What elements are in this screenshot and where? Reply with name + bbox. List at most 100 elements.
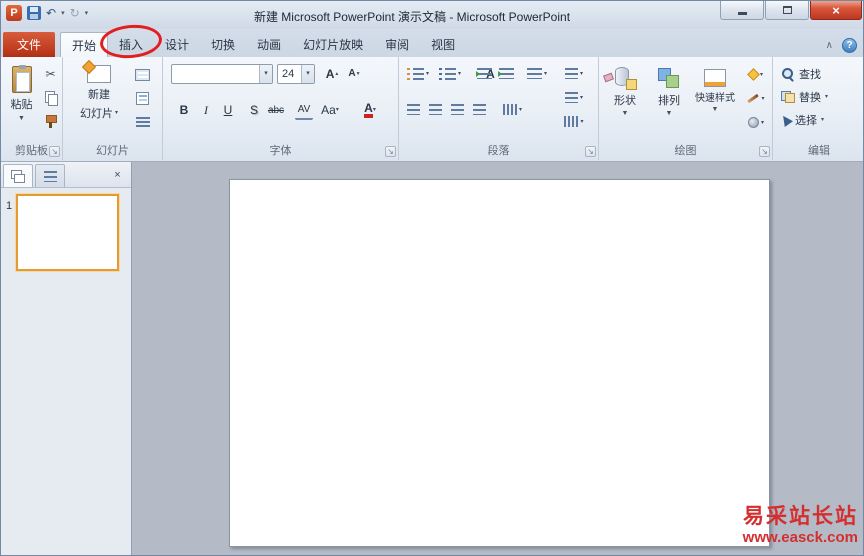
outline-tab[interactable] bbox=[35, 164, 65, 187]
align-right-button[interactable] bbox=[451, 100, 464, 119]
shapes-icon bbox=[613, 66, 637, 90]
shape-effects-dropdown-icon: ▾ bbox=[760, 119, 764, 126]
quick-access-toolbar: P ↶ ▾ ↻ ▾ bbox=[6, 5, 88, 21]
justify-button[interactable] bbox=[473, 100, 486, 119]
numbering-icon bbox=[439, 68, 456, 80]
shrink-font-button[interactable]: A bbox=[345, 64, 364, 83]
layout-button[interactable] bbox=[133, 65, 152, 84]
app-icon[interactable]: P bbox=[6, 5, 22, 21]
maximize-button[interactable] bbox=[765, 1, 809, 20]
drawing-dialog-launcher[interactable]: ↘ bbox=[759, 146, 770, 157]
reset-button[interactable] bbox=[133, 89, 152, 108]
watermark-title: 易采站长站 bbox=[743, 505, 858, 528]
change-case-button[interactable]: Aa ▾ bbox=[321, 100, 339, 120]
paste-label: 粘贴 bbox=[10, 99, 33, 111]
font-dialog-launcher[interactable]: ↘ bbox=[385, 146, 396, 157]
save-icon[interactable] bbox=[27, 6, 41, 20]
find-button[interactable]: 查找 bbox=[781, 65, 861, 83]
decrease-indent-button[interactable] bbox=[476, 64, 492, 83]
font-color-button[interactable]: A ▾ bbox=[361, 100, 379, 120]
align-text-button[interactable]: ▾ bbox=[557, 88, 591, 107]
tab-slideshow[interactable]: 幻灯片放映 bbox=[292, 32, 374, 57]
cut-button[interactable]: ✂ bbox=[41, 64, 60, 83]
pane-close-button[interactable]: × bbox=[109, 167, 126, 183]
group-clipboard: 粘贴 ▼ ✂ 剪贴板 ↘ bbox=[1, 57, 63, 160]
clipboard-dialog-launcher[interactable]: ↘ bbox=[49, 146, 60, 157]
pane-tab-bar: × bbox=[1, 162, 131, 188]
collapse-ribbon-icon[interactable]: ∧ bbox=[826, 40, 833, 51]
close-button[interactable]: × bbox=[810, 1, 862, 20]
grow-font-button[interactable]: A bbox=[323, 64, 342, 83]
font-name-dropdown-icon[interactable]: ▾ bbox=[259, 65, 272, 83]
bullets-button[interactable]: ▾ bbox=[407, 64, 429, 83]
replace-button[interactable]: 替换 ▾ bbox=[781, 88, 861, 106]
shape-effects-icon bbox=[747, 117, 759, 128]
ribbon: 粘贴 ▼ ✂ 剪贴板 ↘ 新建 幻灯片 ▾ 幻灯片 ▾ 24 ▾ A ▲ A ▼… bbox=[1, 57, 863, 162]
help-icon[interactable]: ? bbox=[842, 38, 857, 53]
paste-button[interactable]: 粘贴 ▼ bbox=[4, 62, 39, 142]
slides-pane: × 1 bbox=[1, 162, 132, 555]
format-painter-button[interactable] bbox=[41, 112, 60, 131]
align-left-button[interactable] bbox=[407, 100, 420, 119]
shape-outline-button[interactable]: ▾ bbox=[743, 89, 769, 108]
section-icon bbox=[135, 117, 150, 128]
shape-outline-icon bbox=[747, 93, 760, 104]
increase-indent-button[interactable] bbox=[498, 64, 514, 83]
qat-customize-button[interactable]: ▾ bbox=[85, 9, 89, 17]
font-size-dropdown-icon[interactable]: ▾ bbox=[301, 65, 314, 83]
tab-insert[interactable]: 插入 bbox=[108, 32, 154, 57]
underline-button[interactable]: U bbox=[219, 100, 237, 120]
undo-button[interactable]: ↶ bbox=[46, 6, 56, 20]
text-shadow-button[interactable]: S bbox=[245, 100, 263, 120]
shape-effects-button[interactable]: ▾ bbox=[743, 113, 769, 132]
window-title: 新建 Microsoft PowerPoint 演示文稿 - Microsoft… bbox=[253, 10, 571, 24]
reset-icon bbox=[136, 92, 149, 105]
italic-button[interactable]: I bbox=[197, 100, 215, 120]
bold-button[interactable]: B bbox=[175, 100, 193, 120]
new-slide-dropdown-icon: ▾ bbox=[114, 110, 118, 116]
minimize-button[interactable] bbox=[720, 1, 764, 20]
tab-animations[interactable]: 动画 bbox=[246, 32, 292, 57]
font-name-combo[interactable]: ▾ bbox=[171, 64, 273, 84]
tab-view[interactable]: 视图 bbox=[420, 32, 466, 57]
font-size-combo[interactable]: 24 ▾ bbox=[277, 64, 315, 84]
line-spacing-button[interactable]: ▾ bbox=[527, 64, 547, 83]
columns-icon bbox=[503, 104, 517, 115]
slides-thumbnails-tab[interactable] bbox=[3, 164, 33, 187]
slide-thumbnail[interactable] bbox=[16, 194, 119, 271]
select-button[interactable]: 选择 ▾ bbox=[779, 111, 861, 129]
editing-canvas[interactable] bbox=[132, 162, 863, 555]
tab-design[interactable]: 设计 bbox=[154, 32, 200, 57]
paragraph-dialog-launcher[interactable]: ↘ bbox=[585, 146, 596, 157]
group-label-slides: 幻灯片 bbox=[96, 145, 129, 157]
strikethrough-button[interactable]: abc bbox=[267, 100, 285, 120]
numbering-dropdown-icon: ▾ bbox=[458, 70, 462, 77]
title-bar: P ↶ ▾ ↻ ▾ 新建 Microsoft PowerPoint 演示文稿 -… bbox=[1, 1, 863, 29]
select-icon bbox=[779, 113, 793, 127]
format-painter-icon bbox=[44, 114, 57, 129]
shapes-button[interactable]: 形状 ▼ bbox=[605, 62, 645, 140]
undo-dropdown-icon[interactable]: ▾ bbox=[61, 9, 65, 17]
tab-home[interactable]: 开始 bbox=[60, 32, 109, 57]
tab-file[interactable]: 文件 bbox=[3, 32, 55, 57]
columns-button[interactable]: ▾ bbox=[503, 100, 522, 119]
text-direction-button[interactable]: ▾ bbox=[557, 64, 591, 83]
watermark-url: www.easck.com bbox=[742, 529, 858, 546]
new-slide-label-line2-text: 幻灯片 bbox=[79, 108, 113, 120]
slide-canvas[interactable] bbox=[229, 179, 770, 547]
numbering-button[interactable]: ▾ bbox=[439, 64, 461, 83]
arrange-button[interactable]: 排列 ▼ bbox=[649, 62, 689, 140]
align-center-button[interactable] bbox=[429, 100, 442, 119]
character-spacing-button[interactable]: AV bbox=[295, 100, 313, 120]
copy-button[interactable] bbox=[41, 88, 60, 107]
tab-transitions[interactable]: 切换 bbox=[200, 32, 246, 57]
shape-fill-dropdown-icon: ▾ bbox=[759, 71, 763, 78]
convert-smartart-button[interactable]: ▾ bbox=[557, 112, 591, 131]
new-slide-button[interactable]: 新建 幻灯片 ▾ bbox=[73, 62, 125, 142]
quick-styles-button[interactable]: 快速样式 ▼ bbox=[691, 62, 739, 140]
redo-button[interactable]: ↻ bbox=[70, 6, 80, 20]
tab-review[interactable]: 审阅 bbox=[374, 32, 420, 57]
shape-fill-button[interactable]: ▾ bbox=[743, 65, 769, 84]
arrange-dropdown-icon: ▼ bbox=[665, 110, 673, 117]
section-button[interactable] bbox=[133, 113, 152, 132]
